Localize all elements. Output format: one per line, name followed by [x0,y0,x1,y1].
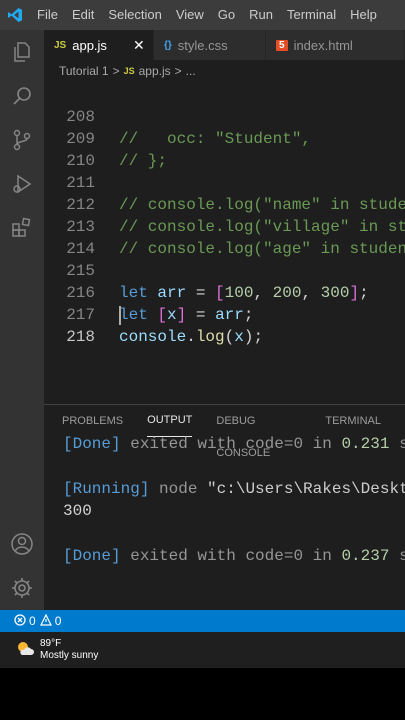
code-line-current: 218 [44,304,405,346]
css-file-icon: {} [164,39,172,51]
explorer-icon[interactable] [8,38,36,66]
tab-index-html[interactable]: 5 index.html [266,30,405,60]
taskbar: 89°F Mostly sunny [0,632,405,668]
code-line: 209 // }; [44,106,405,170]
breadcrumb-file[interactable]: app.js [139,64,171,78]
search-icon[interactable] [8,82,36,110]
code-line: 213 // console.log("age" in student [44,194,405,258]
menu-go[interactable]: Go [211,0,242,30]
html-file-icon: 5 [276,39,288,51]
output-line: [Done] exited with code=0 in 0.237 se [63,547,405,565]
line-number: 218 [66,328,95,346]
close-icon[interactable]: ✕ [133,37,145,54]
settings-gear-icon[interactable] [8,574,36,602]
problems-status[interactable]: 0 0 [14,613,62,629]
extensions-icon[interactable] [8,214,36,242]
activity-bar [0,30,44,610]
menu-help[interactable]: Help [343,0,384,30]
tab-label: index.html [293,37,353,53]
output-line: [Running] node "c:\Users\Rakes\Desktop [63,480,405,498]
chevron-right-icon: > [112,64,120,78]
code-text: console.log(x); [119,328,264,346]
output-line: [Done] exited with code=0 in 0.231 se [63,435,405,453]
output-line: 300 [63,502,92,520]
tab-label: app.js [72,37,107,53]
code-line: 217 console.log(x); [44,282,405,346]
source-control-icon[interactable] [8,126,36,154]
menu-terminal[interactable]: Terminal [280,0,343,30]
menu-edit[interactable]: Edit [65,0,101,30]
warning-count: 0 [54,614,62,628]
chevron-right-icon: > [174,64,182,78]
code-line: 208 // occ: "Student", [44,84,405,148]
menu-bar: File Edit Selection View Go Run Terminal… [30,0,384,30]
js-file-icon: JS [54,39,67,51]
weather-desc: Mostly sunny [40,650,99,661]
title-bar: File Edit Selection View Go Run Terminal… [0,0,405,30]
js-file-icon: JS [123,66,135,76]
code-editor[interactable]: 208 // occ: "Student", 209 // }; 210 211… [44,82,405,404]
menu-selection[interactable]: Selection [101,0,168,30]
code-line: 212 // console.log("village" in stu [44,172,405,236]
code-line: 215 let arr = [100, 200, 300]; [44,238,405,302]
tab-app-js[interactable]: JS app.js ✕ [44,30,154,60]
menu-run[interactable]: Run [242,0,280,30]
code-line: 214 [44,216,405,258]
menu-file[interactable]: File [30,0,65,30]
run-debug-icon[interactable] [8,170,36,198]
account-icon[interactable] [8,530,36,558]
warning-icon [39,613,52,629]
weather-temp: 89°F [40,638,62,649]
tab-label: style.css [177,37,228,53]
partly-sunny-icon [16,640,34,661]
breadcrumb: Tutorial 1 > JS app.js > ... [44,60,405,82]
code-line: 210 [44,128,405,170]
vscode-logo-icon [0,0,30,30]
code-line: 211 // console.log("name" in studen [44,150,405,214]
breadcrumb-folder[interactable]: Tutorial 1 [59,64,109,78]
tab-style-css[interactable]: {} style.css [154,30,266,60]
editor-tabs: JS app.js ✕ {} style.css 5 index.html [44,30,405,60]
text-cursor [119,306,121,325]
error-icon [14,613,26,629]
code-line: 216 let [x] = arr; [44,260,405,324]
weather-widget[interactable]: 89°F Mostly sunny [16,638,98,662]
status-bar: 0 0 [0,610,405,632]
error-count: 0 [29,614,36,628]
menu-view[interactable]: View [169,0,211,30]
breadcrumb-more[interactable]: ... [186,64,196,78]
output-panel: PROBLEMS OUTPUT DEBUG CONSOLE TERMINAL [… [44,404,405,610]
